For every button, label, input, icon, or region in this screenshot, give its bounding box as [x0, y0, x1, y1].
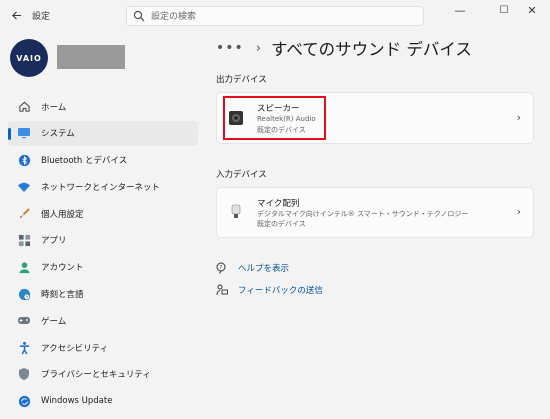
sidebar-item-label: アプリ: [41, 236, 67, 247]
highlight-box: [223, 96, 326, 140]
sidebar-item-system[interactable]: システム: [8, 120, 198, 146]
sidebar-item-label: 個人用設定: [41, 209, 84, 220]
sidebar-item-time-language[interactable]: 時刻と言語: [8, 282, 198, 307]
apps-icon: [17, 233, 31, 247]
help-link[interactable]: ヘルプを表示: [238, 262, 289, 274]
help-icon: ?: [216, 262, 226, 274]
sidebar-item-network[interactable]: ネットワークとインターネット: [8, 174, 198, 199]
sidebar-nav: ホーム システム Bluetooth とデバイス ネットワークとインターネット …: [8, 94, 198, 416]
page-title: すべてのサウンド デバイス: [270, 40, 472, 59]
sidebar-item-label: Bluetooth とデバイス: [41, 156, 128, 167]
input-device-status: 既定のデバイス: [257, 220, 306, 228]
close-button[interactable]: ✕: [514, 0, 550, 24]
sidebar-item-label: 時刻と言語: [41, 290, 84, 301]
sidebar-item-windows-update[interactable]: Windows Update: [8, 389, 198, 414]
sidebar-item-label: プライバシーとセキュリティ: [41, 370, 151, 381]
gamepad-icon: [17, 314, 31, 328]
chevron-right-icon: ›: [516, 205, 521, 218]
sidebar-item-personalization[interactable]: 個人用設定: [8, 201, 198, 226]
home-icon: [17, 100, 31, 114]
shield-icon: [17, 367, 31, 381]
sidebar-item-privacy[interactable]: プライバシーとセキュリティ: [8, 362, 198, 387]
sidebar-item-label: アクセシビリティ: [41, 343, 109, 354]
sidebar-item-label: ゲーム: [41, 316, 67, 327]
breadcrumb-separator: ›: [255, 40, 261, 56]
feedback-link-row[interactable]: フィードバックの送信: [216, 282, 323, 298]
back-button[interactable]: [6, 6, 26, 26]
breadcrumb: ••• › すべてのサウンド デバイス: [216, 36, 472, 60]
sidebar-item-accessibility[interactable]: アクセシビリティ: [8, 335, 198, 360]
sidebar-item-bluetooth[interactable]: Bluetooth とデバイス: [8, 148, 198, 173]
sidebar-item-home[interactable]: ホーム: [8, 94, 198, 119]
paintbrush-icon: [17, 207, 31, 221]
output-devices-label: 出力デバイス: [216, 75, 267, 85]
title-bar: 設定 — ☐ ✕: [0, 0, 550, 32]
sidebar-item-label: Windows Update: [41, 396, 113, 407]
app-title: 設定: [32, 12, 51, 22]
account-icon: [17, 260, 31, 274]
svg-text:?: ?: [219, 265, 222, 271]
profile-avatar[interactable]: VAIO: [10, 39, 48, 77]
sidebar-item-gaming[interactable]: ゲーム: [8, 308, 198, 333]
sidebar-item-apps[interactable]: アプリ: [8, 228, 198, 253]
search-icon: [133, 10, 145, 22]
sidebar-item-label: システム: [41, 129, 75, 140]
sidebar-item-accounts[interactable]: アカウント: [8, 255, 198, 280]
help-link-row[interactable]: ? ヘルプを表示: [216, 260, 289, 276]
sidebar-item-label: ネットワークとインターネット: [41, 182, 161, 193]
input-devices-label: 入力デバイス: [216, 170, 267, 180]
bluetooth-icon: [17, 153, 31, 167]
input-device-card[interactable]: マイク配列 デジタルマイク向けインテル® スマート・サウンド・テクノロジー 既定…: [216, 187, 534, 238]
globe-clock-icon: [17, 287, 31, 301]
breadcrumb-more-button[interactable]: •••: [216, 40, 244, 56]
sidebar-item-label: ホーム: [41, 102, 67, 113]
minimize-button[interactable]: —: [442, 0, 478, 24]
sidebar-item-label: アカウント: [41, 263, 84, 274]
search-input[interactable]: [151, 9, 411, 24]
update-icon: [17, 394, 31, 408]
input-device-name: マイク配列: [257, 199, 300, 209]
feedback-link[interactable]: フィードバックの送信: [238, 284, 323, 296]
feedback-icon: [216, 284, 228, 296]
system-display-icon: [17, 126, 31, 140]
accessibility-icon: [17, 341, 31, 355]
redacted-profile-name: [57, 45, 125, 69]
arrow-left-icon: [11, 11, 21, 20]
input-device-driver: デジタルマイク向けインテル® スマート・サウンド・テクノロジー: [257, 210, 469, 218]
search-box[interactable]: [126, 6, 424, 26]
wifi-icon: [17, 180, 31, 194]
vaio-logo: VAIO: [16, 53, 42, 63]
chevron-right-icon: ›: [516, 111, 521, 124]
microphone-icon: [231, 204, 241, 218]
